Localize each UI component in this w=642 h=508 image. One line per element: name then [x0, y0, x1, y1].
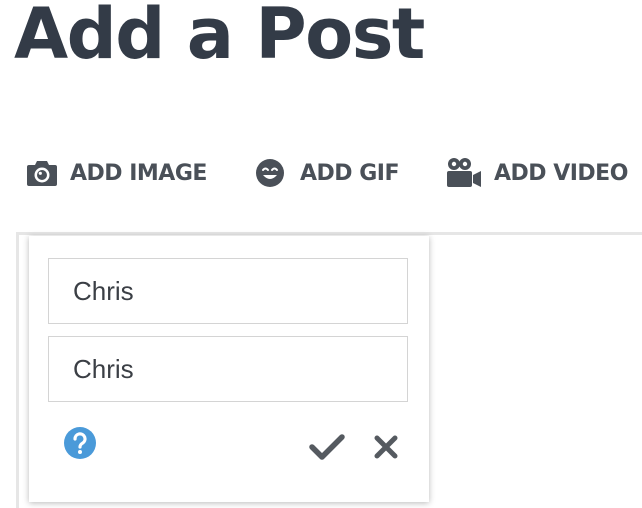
add-image-label: ADD IMAGE [70, 160, 207, 186]
help-button[interactable] [63, 426, 97, 460]
add-image-button[interactable]: ADD IMAGE [24, 153, 207, 193]
add-gif-button[interactable]: ADD GIF [254, 153, 399, 193]
add-video-button[interactable]: ADD VIDEO [444, 153, 628, 193]
media-toolbar: ADD IMAGE ADD GIF ADD VIDEO [24, 153, 642, 193]
video-camera-icon [444, 156, 484, 190]
first-name-field[interactable] [48, 258, 408, 324]
author-popover [29, 236, 429, 502]
camera-icon [24, 156, 60, 190]
page-title: Add a Post [14, 0, 425, 75]
cancel-button[interactable] [373, 434, 399, 460]
close-icon [374, 435, 398, 459]
add-video-label: ADD VIDEO [494, 160, 628, 186]
question-circle-icon [64, 427, 96, 459]
add-gif-label: ADD GIF [300, 160, 399, 186]
second-name-field[interactable] [48, 336, 408, 402]
confirm-button[interactable] [309, 432, 345, 462]
checkmark-icon [309, 434, 345, 460]
page: Add a Post ADD IMAGE ADD GIF ADD VIDEO C… [0, 0, 642, 508]
smiley-icon [254, 156, 286, 190]
